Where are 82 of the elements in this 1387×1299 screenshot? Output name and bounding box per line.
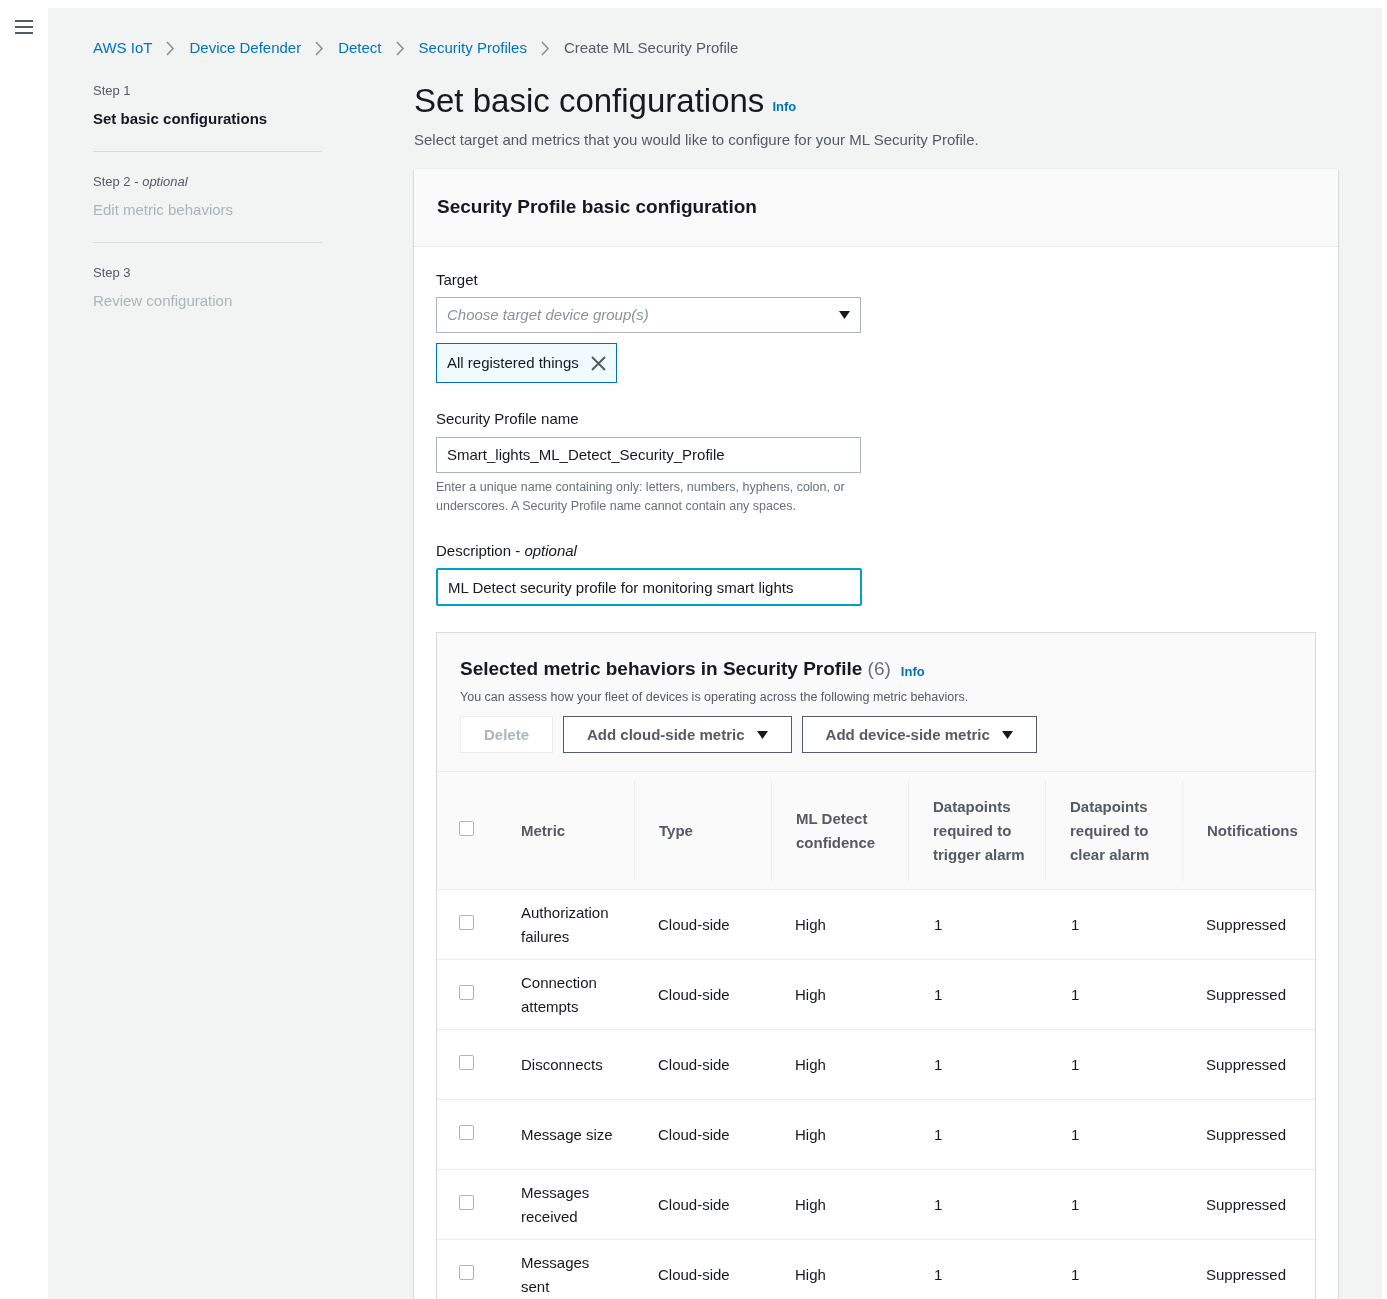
table-cell-text: 1 <box>1071 914 1080 935</box>
toolbar-button[interactable]: Add cloud-side metric <box>563 716 792 754</box>
table-cell-text: Cloud-side <box>658 984 730 1005</box>
caret-icon <box>839 311 850 319</box>
table-cell-text: 1 <box>1071 1194 1080 1215</box>
breadcrumb-link[interactable]: Security Profiles <box>418 37 527 60</box>
table-cell-text: Cloud-side <box>658 1054 730 1075</box>
checkbox[interactable] <box>459 914 474 930</box>
chevron-right-icon <box>315 40 325 56</box>
table-cell-text: 1 <box>934 1194 943 1215</box>
section-title: Selected metric behaviors in Security Profile (6) <box>460 657 891 681</box>
field-label: Target <box>436 269 479 290</box>
table-cell-text: High <box>795 1264 826 1285</box>
field-label: Security Profile name <box>436 409 580 429</box>
checkbox[interactable] <box>459 820 474 836</box>
checkbox[interactable] <box>459 1194 474 1210</box>
panel-title: Security Profile basic configuration <box>437 195 758 219</box>
table-cell-text: High <box>795 984 826 1005</box>
table-cell-text: Disconnects <box>521 1054 603 1075</box>
table-cell-text: High <box>795 1054 826 1075</box>
close-icon[interactable] <box>590 355 606 371</box>
checkbox[interactable] <box>459 1264 474 1280</box>
table-cell-text: 1 <box>934 914 943 935</box>
table-cell-text: Cloud-side <box>658 914 730 935</box>
field-label: Description - optional <box>436 540 578 561</box>
table-cell-text: 1 <box>934 984 943 1005</box>
menu-icon[interactable] <box>15 20 33 34</box>
table-cell-text: 1 <box>1071 1264 1080 1285</box>
table-cell-text: Cloud-side <box>658 1194 730 1215</box>
table-cell-text: Suppressed <box>1206 1194 1287 1215</box>
table-cell-text: 1 <box>1071 1054 1080 1075</box>
table-cell-text: Messages received <box>521 1182 591 1227</box>
checkbox[interactable] <box>459 1054 474 1070</box>
column-header: Notifications <box>1207 820 1299 841</box>
breadcrumb-link[interactable]: Detect <box>338 37 382 60</box>
table-cell-text: Suppressed <box>1206 914 1287 935</box>
table-cell-text: Cloud-side <box>658 1264 730 1285</box>
breadcrumb-link[interactable]: Device Defender <box>189 37 302 60</box>
table-cell-text: Cloud-side <box>658 1124 730 1145</box>
column-header: Type <box>659 820 694 841</box>
table-cell-text: 1 <box>1071 984 1080 1005</box>
column-header: Metric <box>521 820 567 841</box>
table-cell-text: 1 <box>1071 1124 1080 1145</box>
checkbox[interactable] <box>459 1124 474 1140</box>
table-cell-text: Authorization failures <box>521 902 610 947</box>
target-select[interactable]: Choose target device group(s) <box>436 297 861 333</box>
chevron-right-icon <box>166 40 176 56</box>
table-cell-text: Suppressed <box>1206 1054 1287 1075</box>
column-header: Datapoints required to clear alarm <box>1070 796 1151 865</box>
table-cell-text: Messages sent <box>521 1252 591 1297</box>
table-cell-text: 1 <box>934 1054 943 1075</box>
step-number: Step 1 <box>93 81 132 100</box>
toolbar-button[interactable]: Add device-side metric <box>801 716 1037 754</box>
token-label: All registered things <box>447 352 579 373</box>
table-cell-text: Suppressed <box>1206 1264 1287 1285</box>
chevron-right-icon <box>540 40 550 56</box>
profile-name-field[interactable]: Smart_lights_ML_Detect_Security_Profile <box>436 436 861 473</box>
column-header: Datapoints required to trigger alarm <box>933 796 1026 865</box>
step-number: Step 3 <box>93 263 132 282</box>
table-cell-text: Connection attempts <box>521 972 598 1017</box>
page-subtitle: Select target and metrics that you would like to configure for your ML Security Profile. <box>414 129 980 150</box>
table-cell-text: High <box>795 1194 826 1215</box>
chevron-right-icon <box>395 40 405 56</box>
step-title[interactable]: Set basic configurations <box>93 108 322 131</box>
table-cell-text: 1 <box>934 1124 943 1145</box>
table-cell-text: Message size <box>521 1124 613 1145</box>
field-hint: Enter a unique name containing only: letters, numbers, hyphens, colon, or underscores. A Security Profile name cannot contain any spaces. <box>436 478 846 515</box>
info-link[interactable]: Info <box>900 662 925 682</box>
table-cell-text: High <box>795 914 826 935</box>
section-subtitle: You can assess how your fleet of devices is operating across the following metric behaviors. <box>460 688 970 706</box>
checkbox[interactable] <box>459 984 474 1000</box>
table-cell-text: High <box>795 1124 826 1145</box>
breadcrumb-current: Create ML Security Profile <box>563 38 739 58</box>
breadcrumb-link[interactable]: AWS IoT <box>93 37 153 60</box>
table-cell-text: 1 <box>934 1264 943 1285</box>
step-number: Step 2 - optional <box>93 172 189 191</box>
table-cell-text: Suppressed <box>1206 1124 1287 1145</box>
column-header: ML Detect confidence <box>796 808 877 853</box>
info-link[interactable]: Info <box>772 97 797 117</box>
table-cell-text: Suppressed <box>1206 984 1287 1005</box>
description-field[interactable]: ML Detect security profile for monitoring smart lights <box>436 568 862 606</box>
page-title: Set basic configurations <box>414 80 765 121</box>
